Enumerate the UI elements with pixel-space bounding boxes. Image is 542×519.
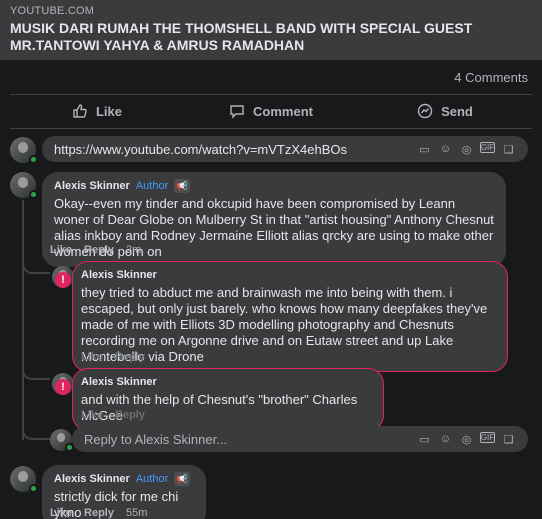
speech-bubble-icon xyxy=(230,105,244,119)
reply-input-placeholder[interactable]: Reply to Alexis Skinner... xyxy=(84,432,417,447)
sticker-icon[interactable]: ▭ xyxy=(417,432,432,447)
reply-bubble: Alexis Skinner and with the help of Ches… xyxy=(72,368,384,431)
sticker-face-icon[interactable]: ❏ xyxy=(501,142,516,157)
online-indicator xyxy=(29,484,38,493)
comment-button[interactable]: Comment xyxy=(184,96,358,126)
megaphone-icon[interactable]: 📢 xyxy=(174,472,191,486)
comment-reply-link[interactable]: Reply xyxy=(115,409,145,421)
divider xyxy=(10,94,532,95)
link-title[interactable]: MUSIK DARI RUMAH THE THOMSHELL BAND WITH… xyxy=(10,20,532,54)
reply-input[interactable]: Reply to Alexis Skinner... ▭ ☺ ◎ GIF ❏ xyxy=(72,426,528,452)
comment-author[interactable]: Alexis Skinner xyxy=(54,471,130,487)
input-icons: ▭ ☺ ◎ GIF ❏ xyxy=(417,431,516,447)
comment-reply-link[interactable]: Reply xyxy=(84,244,114,256)
thread-line xyxy=(22,200,24,440)
thread-connector xyxy=(22,368,50,380)
comment-like-link[interactable]: Like xyxy=(81,351,103,363)
error-icon[interactable]: ! xyxy=(55,379,71,395)
send-label: Send xyxy=(441,103,473,119)
send-button[interactable]: Send xyxy=(358,96,532,126)
messenger-icon xyxy=(417,103,433,119)
gif-icon[interactable]: GIF xyxy=(480,141,495,153)
error-icon[interactable]: ! xyxy=(55,272,71,288)
author-badge: Author xyxy=(135,180,169,192)
thumbs-up-icon xyxy=(73,104,87,118)
comment-author[interactable]: Alexis Skinner xyxy=(54,178,130,194)
sticker-face-icon[interactable]: ❏ xyxy=(501,432,516,447)
comment-author[interactable]: Alexis Skinner xyxy=(81,374,157,390)
camera-icon[interactable]: ◎ xyxy=(459,432,474,447)
comment-timestamp[interactable]: 55m xyxy=(126,507,147,519)
action-bar: Like Comment Send xyxy=(10,96,532,126)
online-indicator xyxy=(29,190,38,199)
emoji-icon[interactable]: ☺ xyxy=(438,142,453,157)
emoji-icon[interactable]: ☺ xyxy=(438,432,453,447)
like-label: Like xyxy=(95,103,122,119)
comment-like-link[interactable]: Like xyxy=(81,409,103,421)
comment-input[interactable]: https://www.youtube.com/watch?v=mVTzX4eh… xyxy=(42,136,528,162)
comment-label: Comment xyxy=(253,103,313,119)
comment-input-text[interactable]: https://www.youtube.com/watch?v=mVTzX4eh… xyxy=(54,142,417,157)
comment-author[interactable]: Alexis Skinner xyxy=(81,267,157,283)
thread-connector xyxy=(22,428,50,440)
megaphone-icon[interactable]: 📢 xyxy=(174,179,191,193)
online-indicator xyxy=(29,155,38,164)
comment-reply-link[interactable]: Reply xyxy=(84,507,114,519)
comment-meta: Like Reply 2m xyxy=(50,244,141,256)
comment-timestamp[interactable]: 2m xyxy=(126,244,141,256)
like-button[interactable]: Like xyxy=(10,96,184,126)
comment-meta: Like Reply 55m xyxy=(50,507,147,519)
camera-icon[interactable]: ◎ xyxy=(459,142,474,157)
comment-meta: Like Reply xyxy=(81,409,145,421)
link-source: YOUTUBE.COM xyxy=(10,5,95,17)
gif-icon[interactable]: GIF xyxy=(480,431,495,443)
comment-reply-link[interactable]: Reply xyxy=(115,351,145,363)
comment-like-link[interactable]: Like xyxy=(50,244,72,256)
comment-like-link[interactable]: Like xyxy=(50,507,72,519)
link-preview-card[interactable]: YOUTUBE.COM MUSIK DARI RUMAH THE THOMSHE… xyxy=(0,0,542,60)
author-badge: Author xyxy=(135,473,169,485)
thread-connector xyxy=(22,262,50,274)
input-icons: ▭ ☺ ◎ GIF ❏ xyxy=(417,141,516,157)
sticker-icon[interactable]: ▭ xyxy=(417,142,432,157)
divider xyxy=(10,128,532,129)
comments-count[interactable]: 4 Comments xyxy=(454,70,528,85)
comment-meta: Like Reply xyxy=(81,351,145,363)
